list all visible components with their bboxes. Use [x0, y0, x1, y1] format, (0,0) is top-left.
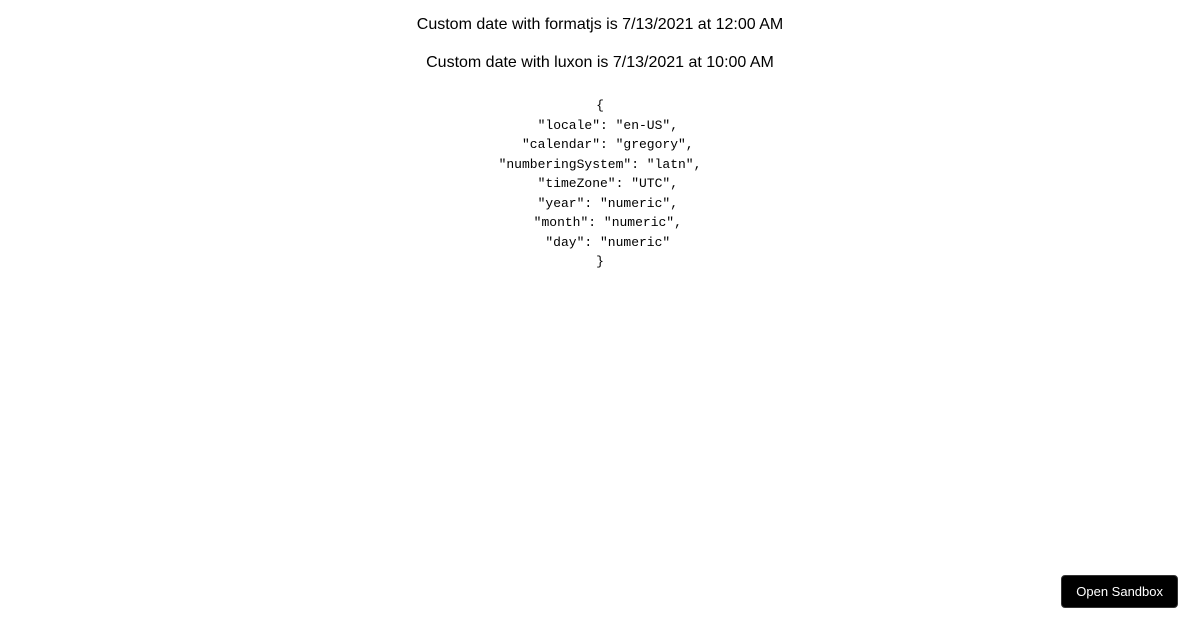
- luxon-output-line: Custom date with luxon is 7/13/2021 at 1…: [0, 54, 1200, 72]
- formatjs-output-line: Custom date with formatjs is 7/13/2021 a…: [0, 16, 1200, 34]
- main-content: Custom date with formatjs is 7/13/2021 a…: [0, 0, 1200, 272]
- json-options-dump: { "locale": "en-US", "calendar": "gregor…: [499, 96, 702, 272]
- open-sandbox-button[interactable]: Open Sandbox: [1061, 575, 1178, 608]
